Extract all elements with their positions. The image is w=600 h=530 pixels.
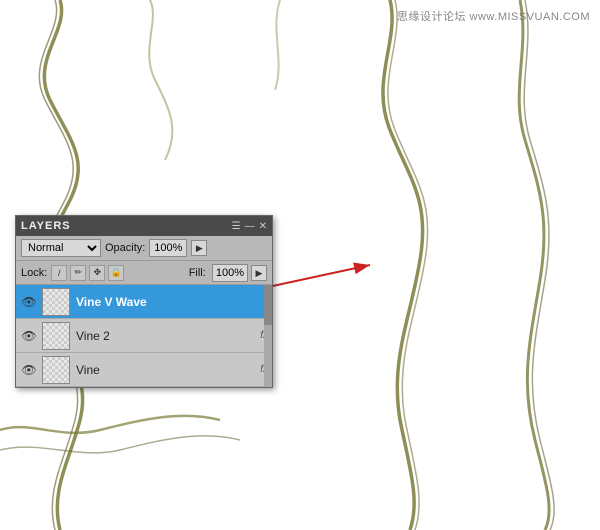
layer-item-vine[interactable]: 👁 Vine fx bbox=[16, 353, 272, 387]
lock-paint-btn[interactable]: ✏ bbox=[70, 265, 86, 281]
layer-thumb-3 bbox=[42, 356, 70, 384]
layer-name-vine-2: Vine 2 bbox=[76, 329, 256, 343]
opacity-arrow-btn[interactable]: ▶ bbox=[191, 240, 207, 256]
blend-mode-select[interactable]: Normal Multiply Screen bbox=[21, 239, 101, 257]
opacity-input[interactable] bbox=[149, 239, 187, 257]
lock-icons-group: / ✏ ✥ 🔒 bbox=[51, 265, 124, 281]
lock-move-btn[interactable]: ✥ bbox=[89, 265, 105, 281]
panel-menu-icon[interactable]: ☰ bbox=[232, 221, 241, 232]
blend-mode-row: Normal Multiply Screen Opacity: ▶ bbox=[16, 236, 272, 260]
panel-titlebar: LAYERS ☰ — ✕ bbox=[16, 216, 272, 236]
layer-scrollbar-thumb[interactable] bbox=[264, 285, 272, 325]
lock-all-btn[interactable]: 🔒 bbox=[108, 265, 124, 281]
layer-list: 👁 Vine V Wave 👁 Vine 2 fx 👁 bbox=[16, 284, 272, 387]
fill-arrow-btn[interactable]: ▶ bbox=[251, 265, 267, 281]
layer-thumb-1 bbox=[42, 288, 70, 316]
lock-label: Lock: bbox=[21, 267, 47, 279]
layer-visibility-eye-1[interactable]: 👁 bbox=[20, 293, 38, 311]
layer-name-vine: Vine bbox=[76, 363, 256, 377]
layer-thumb-2 bbox=[42, 322, 70, 350]
opacity-label: Opacity: bbox=[105, 242, 145, 254]
layer-visibility-eye-2[interactable]: 👁 bbox=[20, 327, 38, 345]
layers-panel: LAYERS ☰ — ✕ Normal Multiply Screen Opac… bbox=[15, 215, 273, 388]
layer-item-vine-v-wave[interactable]: 👁 Vine V Wave bbox=[16, 285, 272, 319]
panel-close-icon[interactable]: ✕ bbox=[259, 221, 267, 232]
lock-transparent-btn[interactable]: / bbox=[51, 265, 67, 281]
layer-item-vine-2[interactable]: 👁 Vine 2 fx bbox=[16, 319, 272, 353]
fill-label: Fill: ▶ bbox=[189, 264, 267, 282]
layer-name-vine-v-wave: Vine V Wave bbox=[76, 295, 268, 309]
fill-input[interactable] bbox=[212, 264, 248, 282]
canvas-area: 思缘设计论坛 www.MISSVUAN.COM LAYERS bbox=[0, 0, 600, 530]
lock-row: Lock: / ✏ ✥ 🔒 Fill: ▶ bbox=[16, 260, 272, 284]
layer-scrollbar[interactable] bbox=[264, 285, 272, 387]
layer-visibility-eye-3[interactable]: 👁 bbox=[20, 361, 38, 379]
panel-minimize-icon[interactable]: — bbox=[245, 221, 255, 232]
panel-controls: ☰ — ✕ bbox=[232, 221, 267, 232]
panel-title: LAYERS bbox=[21, 220, 71, 232]
